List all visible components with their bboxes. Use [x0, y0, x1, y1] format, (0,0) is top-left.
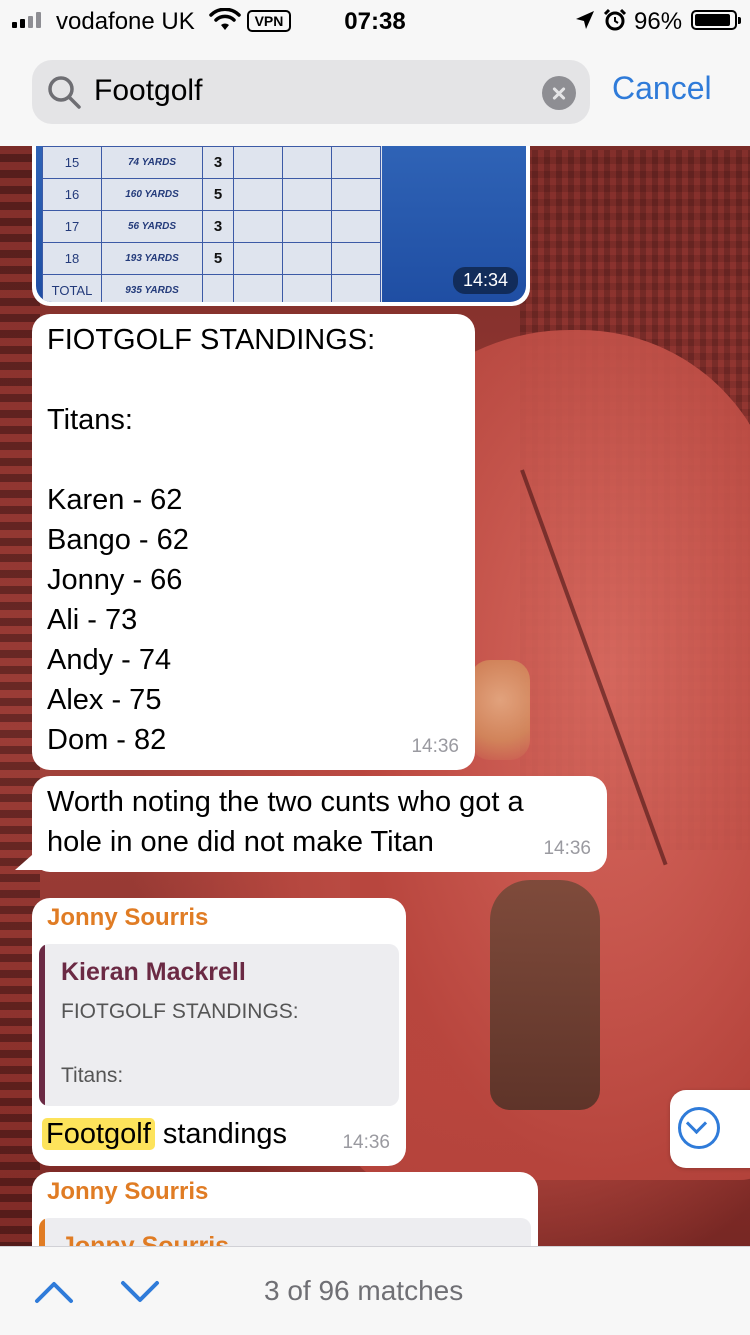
reply-quote[interactable]: Kieran Mackrell FIOTGOLF STANDINGS: Tita…	[39, 944, 399, 1106]
hole-yards: 193 YARDS	[101, 242, 203, 275]
scorecard-row: 17 56 YARDS 3	[42, 210, 381, 243]
scroll-down-button[interactable]	[670, 1090, 750, 1168]
scorecard-row: TOTAL 935 YARDS	[42, 274, 381, 302]
wallpaper-crest	[470, 660, 530, 760]
previous-match-icon[interactable]	[34, 1277, 74, 1307]
message-text: Worth noting the two cunts who got a hol…	[47, 786, 524, 858]
scorecard-row: 16 160 YARDS 5	[42, 178, 381, 211]
message-time: 14:34	[452, 267, 518, 294]
score-cell	[233, 242, 283, 275]
hole-yards: 160 YARDS	[101, 178, 203, 211]
wallpaper-thumb	[490, 880, 600, 1110]
scorecard-row: 18 193 YARDS 5	[42, 242, 381, 275]
message-bubble[interactable]: FIOTGOLF STANDINGS: Titans: Karen - 62 B…	[32, 314, 475, 770]
reply-bar	[39, 944, 45, 1106]
scorecard-row: 15 74 YARDS 3	[42, 146, 381, 179]
reply-text: FIOTGOLF STANDINGS: Titans:	[61, 1000, 299, 1087]
hole-number: 17	[42, 210, 102, 243]
hole-number: 16	[42, 178, 102, 211]
search-query[interactable]: Footgolf	[94, 74, 202, 108]
photo-message[interactable]: 15 74 YARDS 3 16 160 YARDS 5 17 56 YARDS…	[32, 146, 530, 306]
score-cell	[282, 242, 332, 275]
score-cell	[233, 274, 283, 302]
hole-par: 5	[202, 242, 234, 275]
message-time: 14:36	[411, 736, 459, 757]
hole-par	[202, 274, 234, 302]
match-counter: 3 of 96 matches	[264, 1275, 464, 1306]
alarm-icon	[603, 8, 627, 31]
hole-par: 3	[202, 210, 234, 243]
status-bar: vodafone UK VPN 07:38 96%	[0, 0, 750, 40]
score-cell	[282, 274, 332, 302]
message-time: 14:36	[342, 1132, 390, 1153]
score-cell	[233, 178, 283, 211]
score-cell	[282, 146, 332, 179]
score-cell	[331, 274, 381, 302]
search-icon	[48, 76, 81, 109]
hole-number: 15	[42, 146, 102, 179]
scorecard-photo[interactable]: 15 74 YARDS 3 16 160 YARDS 5 17 56 YARDS…	[36, 146, 526, 302]
battery-icon	[691, 10, 741, 30]
cancel-button[interactable]: Cancel	[612, 70, 712, 107]
message-bubble[interactable]: Worth noting the two cunts who got a hol…	[32, 776, 607, 872]
score-cell	[282, 178, 332, 211]
message-text-rest: standings	[154, 1118, 287, 1150]
reply-author: Kieran Mackrell	[61, 958, 246, 986]
hole-number: 18	[42, 242, 102, 275]
scorecard-image: 15 74 YARDS 3 16 160 YARDS 5 17 56 YARDS…	[42, 146, 382, 302]
search-header: Footgolf Cancel	[0, 40, 750, 146]
score-cell	[331, 210, 381, 243]
message-bubble[interactable]: Jonny Sourris Kieran Mackrell FIOTGOLF S…	[32, 898, 406, 1166]
hole-yards: 74 YARDS	[101, 146, 203, 179]
hole-number: TOTAL	[42, 274, 102, 302]
location-arrow-icon	[576, 11, 594, 29]
search-input[interactable]: Footgolf	[32, 60, 590, 124]
hole-yards: 935 YARDS	[101, 274, 203, 302]
message-time: 14:36	[543, 838, 591, 859]
score-cell	[282, 210, 332, 243]
search-highlight: Footgolf	[42, 1118, 155, 1150]
hole-par: 5	[202, 178, 234, 211]
clear-search-icon[interactable]	[542, 76, 576, 110]
message-text: Footgolf standings	[42, 1114, 287, 1154]
next-match-icon[interactable]	[120, 1277, 160, 1307]
sender-name[interactable]: Jonny Sourris	[47, 1178, 208, 1206]
score-cell	[331, 146, 381, 179]
score-cell	[233, 210, 283, 243]
sender-name[interactable]: Jonny Sourris	[47, 904, 208, 932]
score-cell	[331, 242, 381, 275]
score-cell	[233, 146, 283, 179]
score-cell	[331, 178, 381, 211]
hole-par: 3	[202, 146, 234, 179]
hole-yards: 56 YARDS	[101, 210, 203, 243]
message-text: FIOTGOLF STANDINGS: Titans: Karen - 62 B…	[47, 324, 376, 756]
battery-percent: 96%	[634, 8, 683, 35]
search-results-bar: 3 of 96 matches	[0, 1246, 750, 1335]
